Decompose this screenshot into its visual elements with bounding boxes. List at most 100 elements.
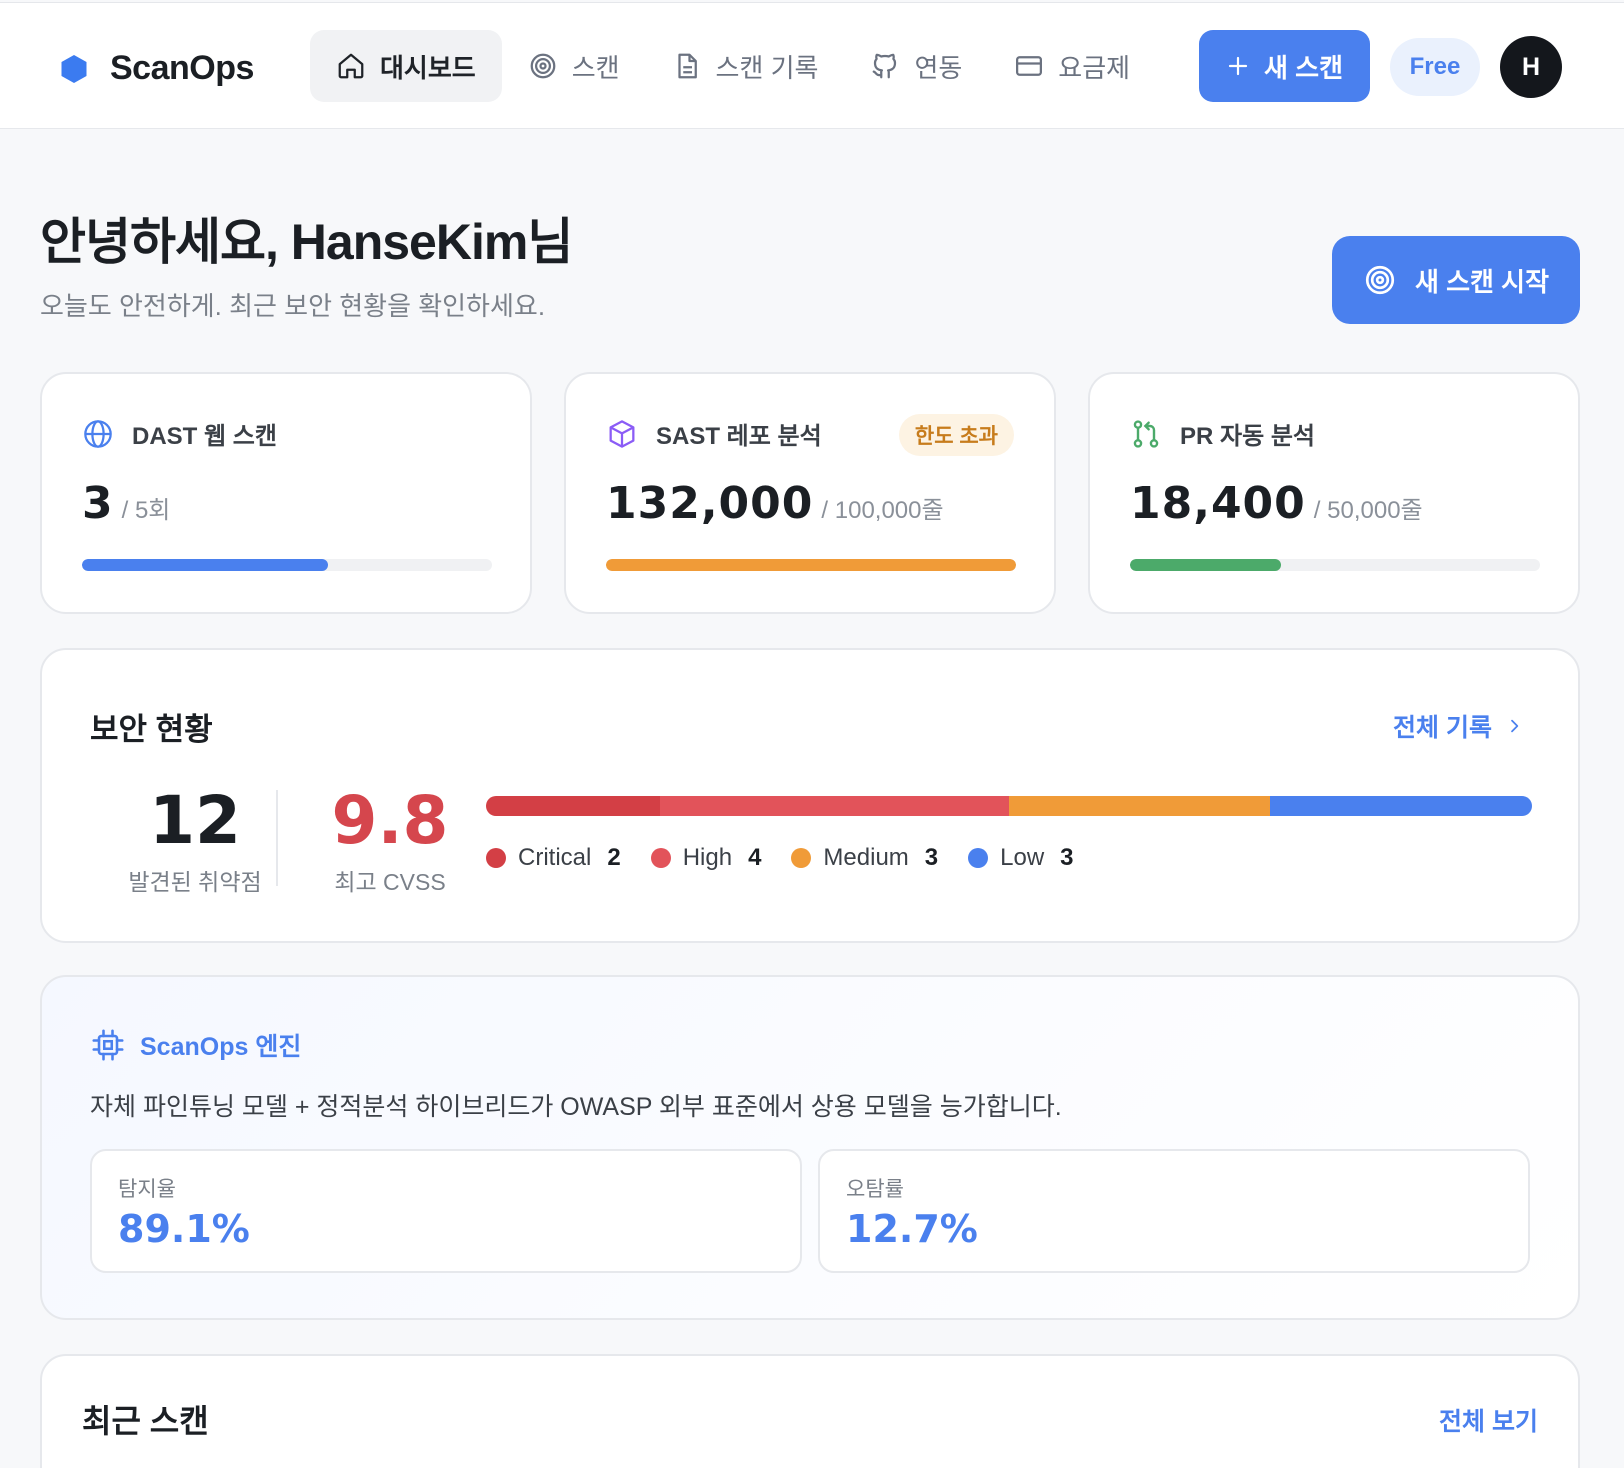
target-icon [530, 53, 556, 79]
new-scan-label: 새 스캔 [1264, 52, 1343, 83]
box-icon [609, 419, 635, 448]
usage-value: 132,000 / 100,000줄 [606, 478, 944, 529]
nav-item-label: 요금제 [1058, 52, 1131, 83]
nav-item-pricing[interactable]: 요금제 [988, 30, 1156, 102]
vulnerability-count-stat: 12 발견된 취약점 [120, 782, 270, 897]
usage-card-header: DAST 웹 스캔 [82, 416, 277, 451]
nav-item-label: 스캔 [571, 52, 620, 83]
legend-item-high: High 4 [650, 844, 762, 872]
metric-label: 오탐률 [846, 1178, 904, 1201]
legend-label: Low [1000, 844, 1045, 871]
git-pull-request-icon [1133, 419, 1159, 448]
false-positive-rate-metric: 오탐률 12.7% [818, 1149, 1530, 1273]
usage-progress-track [82, 559, 492, 571]
app-logo[interactable]: ScanOps [58, 49, 254, 88]
legend-count: 3 [924, 844, 939, 871]
legend-label: Medium [823, 844, 909, 871]
main-nav: 대시보드 스캔 스캔 기록 연동 요금제 [310, 30, 1156, 102]
severity-distribution-bar [486, 796, 1532, 816]
usage-progress-fill [606, 559, 1016, 571]
usage-limit: / 100,000줄 [821, 497, 944, 524]
nav-item-scan-history[interactable]: 스캔 기록 [646, 30, 845, 102]
usage-card-header: SAST 레포 분석 [606, 416, 822, 451]
target-icon [1365, 265, 1395, 295]
usage-card-header: PR 자동 분석 [1130, 416, 1315, 451]
security-status-card: 보안 현황 전체 기록 12 발견된 취약점 9.8 최고 CVSS Criti… [40, 648, 1580, 943]
start-new-scan-label: 새 스캔 시작 [1414, 266, 1550, 297]
security-status-title: 보안 현황 [90, 712, 213, 747]
start-new-scan-button[interactable]: 새 스캔 시작 [1332, 236, 1580, 324]
view-all-history-link[interactable]: 전체 기록 [1393, 708, 1522, 744]
legend-item-low: Low 3 [968, 844, 1074, 872]
legend-item-medium: Medium 3 [791, 844, 938, 872]
plus-icon [1228, 56, 1248, 76]
home-icon [338, 53, 364, 79]
app-name: ScanOps [110, 49, 254, 87]
severity-segment-high [660, 796, 1009, 816]
usage-progress-fill [82, 559, 328, 571]
usage-card-title: PR 자동 분석 [1180, 423, 1315, 450]
usage-current: 18,400 [1130, 478, 1306, 529]
severity-legend: Critical 2 High 4 Medium 3 Low 3 [486, 844, 1074, 872]
chevron-right-icon [1511, 719, 1519, 733]
legend-dot [791, 848, 812, 868]
usage-value: 3 / 5회 [82, 478, 170, 529]
nav-item-dashboard[interactable]: 대시보드 [310, 30, 502, 102]
nav-item-integrations[interactable]: 연동 [844, 30, 988, 102]
legend-count: 2 [607, 844, 621, 871]
usage-value: 18,400 / 50,000줄 [1130, 478, 1423, 529]
usage-progress-fill [1130, 559, 1281, 571]
engine-title: ScanOps 엔진 [140, 1033, 302, 1061]
recent-scans-card: 최근 스캔 전체 보기 [40, 1354, 1580, 1468]
cpu-chip-icon [92, 1029, 124, 1061]
engine-card: ScanOps 엔진 자체 파인튜닝 모델 + 정적분석 하이브리드가 OWAS… [40, 975, 1580, 1320]
severity-segment-medium [1008, 796, 1271, 816]
page-subtitle: 오늘도 안전하게. 최근 보안 현황을 확인하세요. [40, 291, 546, 321]
nav-item-label: 스캔 기록 [715, 52, 819, 83]
legend-label: High [682, 844, 733, 871]
usage-progress-track [606, 559, 1016, 571]
usage-card-title: SAST 레포 분석 [656, 423, 822, 450]
max-cvss-label: 최고 CVSS [334, 869, 446, 895]
view-all-scans-link[interactable]: 전체 보기 [1439, 1402, 1538, 1438]
plan-badge[interactable]: Free [1390, 38, 1480, 96]
recent-scans-title: 최근 스캔 [82, 1403, 209, 1439]
usage-progress-track [1130, 559, 1540, 571]
limit-exceeded-badge: 한도 초과 [898, 414, 1014, 456]
usage-card-title: DAST 웹 스캔 [132, 423, 277, 450]
metric-value: 12.7% [846, 1207, 978, 1251]
legend-label: Critical [518, 844, 592, 871]
severity-segment-low [1270, 796, 1532, 816]
document-icon [677, 53, 697, 79]
usage-card-pr: PR 자동 분석 18,400 / 50,000줄 [1088, 372, 1580, 614]
usage-limit: / 5회 [121, 497, 171, 524]
legend-dot [968, 848, 989, 868]
new-scan-button[interactable]: 새 스캔 [1199, 30, 1370, 102]
nav-item-scan[interactable]: 스캔 [502, 30, 646, 102]
vulnerability-count-label: 발견된 취약점 [128, 869, 262, 895]
legend-item-critical: Critical 2 [486, 844, 621, 872]
usage-card-dast: DAST 웹 스캔 3 / 5회 [40, 372, 532, 614]
vulnerability-count: 12 [149, 782, 241, 859]
legend-dot [486, 848, 506, 868]
legend-count: 4 [748, 844, 762, 871]
nav-item-label: 대시보드 [380, 52, 476, 83]
view-all-history-label: 전체 기록 [1393, 714, 1492, 742]
usage-card-sast: SAST 레포 분석 한도 초과 132,000 / 100,000줄 [564, 372, 1056, 614]
stat-divider [276, 790, 278, 886]
top-navbar: ScanOps 대시보드 스캔 스캔 기록 연동 요금제 새 스캔 Free H [0, 2, 1624, 129]
usage-limit: / 50,000줄 [1313, 497, 1423, 524]
legend-dot [650, 848, 671, 868]
credit-card-icon [1016, 56, 1043, 76]
globe-icon [84, 419, 112, 448]
usage-current: 3 [82, 478, 114, 529]
page-title: 안녕하세요, HanseKim님 [40, 214, 573, 270]
metric-value: 89.1% [118, 1207, 250, 1251]
metric-label: 탐지율 [118, 1178, 176, 1201]
avatar[interactable]: H [1500, 36, 1562, 98]
engine-card-header: ScanOps 엔진 [90, 1027, 301, 1063]
max-cvss-stat: 9.8 최고 CVSS [320, 782, 460, 897]
severity-segment-critical [486, 796, 661, 816]
legend-count: 3 [1060, 844, 1074, 871]
github-icon [873, 53, 897, 79]
